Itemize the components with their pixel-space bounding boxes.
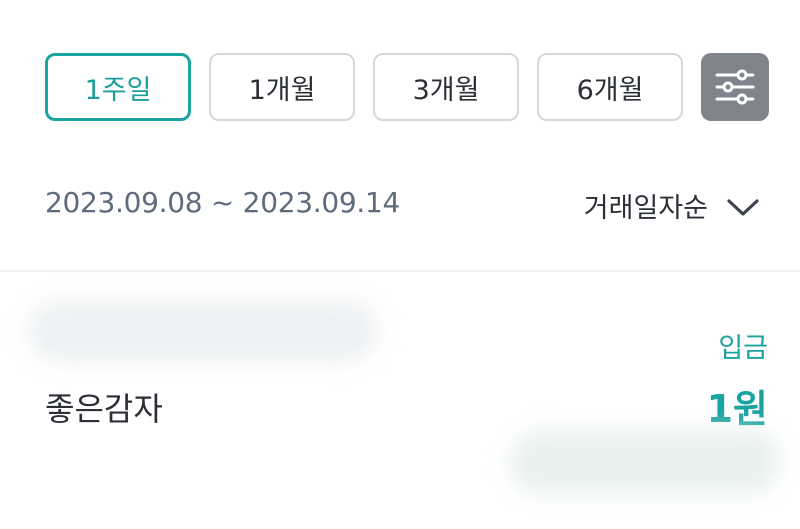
transaction-history-screen: 1주일 1개월 3개월 6개월 2023.09.08 ~ 2023.09.14 … (0, 0, 800, 529)
period-selector: 1주일 1개월 3개월 6개월 (45, 53, 769, 121)
transaction-name: 좋은감자 (45, 390, 163, 428)
transaction-amount: 1원 (706, 387, 768, 431)
sliders-icon (715, 69, 755, 105)
redacted-datetime (28, 300, 378, 362)
filter-button[interactable] (701, 53, 769, 121)
chevron-down-icon (727, 198, 759, 216)
period-tab-1month[interactable]: 1개월 (209, 53, 355, 121)
date-range: 2023.09.08 ~ 2023.09.14 (45, 186, 400, 219)
transaction-type: 입금 (718, 333, 768, 364)
redacted-balance (510, 430, 780, 494)
section-divider (0, 270, 800, 272)
sort-label: 거래일자순 (583, 193, 708, 224)
sort-dropdown[interactable]: 거래일자순 (584, 186, 760, 225)
period-tab-3months[interactable]: 3개월 (373, 53, 519, 121)
period-tab-6months[interactable]: 6개월 (537, 53, 683, 121)
period-tab-1week[interactable]: 1주일 (45, 53, 191, 121)
